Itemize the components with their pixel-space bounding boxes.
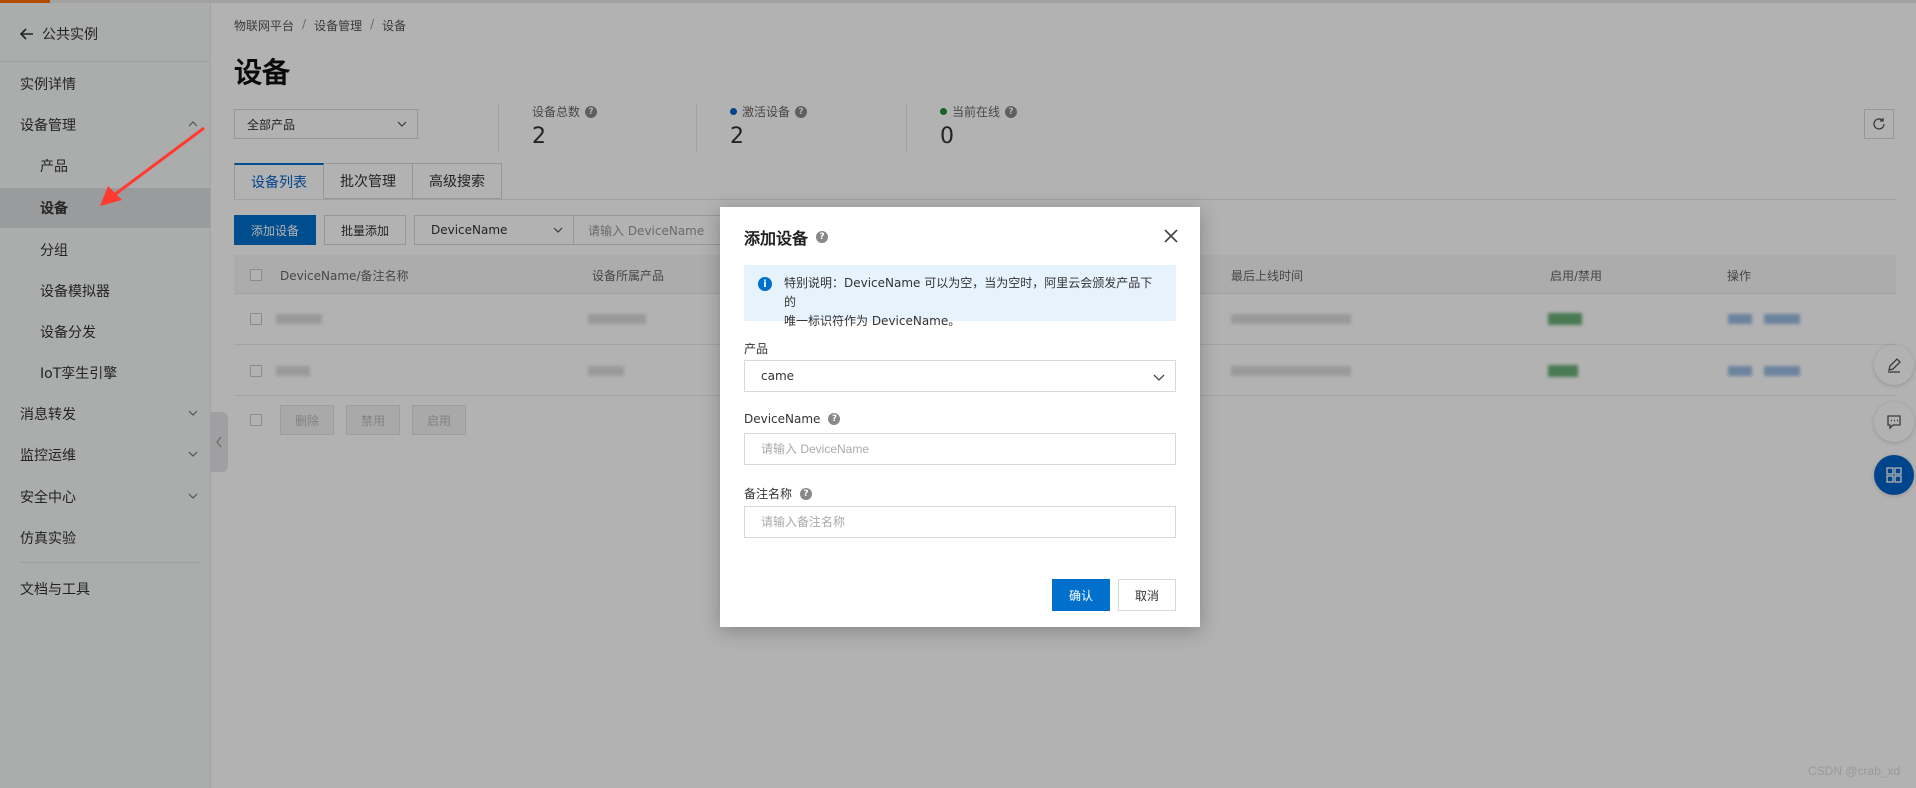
help-icon[interactable]: ? bbox=[828, 413, 841, 425]
cancel-button[interactable]: 取消 bbox=[1118, 579, 1176, 611]
product-select-value: came bbox=[761, 369, 795, 383]
close-icon[interactable] bbox=[1160, 225, 1182, 247]
annotation-arrow-icon bbox=[100, 126, 205, 206]
devicename-input[interactable] bbox=[744, 433, 1176, 465]
chevron-down-icon bbox=[1153, 374, 1165, 381]
remark-field-label: 备注名称 ? bbox=[744, 485, 813, 502]
confirm-button[interactable]: 确认 bbox=[1052, 579, 1110, 611]
watermark: CSDN @crab_xd bbox=[1808, 764, 1901, 778]
dialog-title: 添加设备 ? bbox=[744, 225, 829, 249]
notice-box: i 特别说明：DeviceName 可以为空，当为空时，阿里云会颁发产品下的 唯… bbox=[744, 265, 1176, 328]
help-icon[interactable]: ? bbox=[800, 487, 813, 500]
notice-line: 唯一标识符作为 DeviceName。 bbox=[784, 314, 961, 328]
add-device-dialog: 添加设备 ? i 特别说明：DeviceName 可以为空，当为空时，阿里云会颁… bbox=[720, 207, 1200, 627]
devicename-label-text: DeviceName bbox=[744, 412, 821, 426]
help-icon[interactable]: ? bbox=[816, 231, 829, 243]
dialog-title-text: 添加设备 bbox=[744, 229, 809, 248]
product-field-label: 产品 bbox=[744, 340, 768, 357]
devicename-field-label: DeviceName ? bbox=[744, 412, 841, 426]
info-icon: i bbox=[758, 277, 772, 291]
product-label-text: 产品 bbox=[744, 342, 769, 356]
notice-line: 特别说明：DeviceName 可以为空，当为空时，阿里云会颁发产品下的 bbox=[784, 276, 1153, 309]
remark-name-input[interactable] bbox=[744, 506, 1176, 538]
product-select[interactable]: came bbox=[744, 360, 1176, 392]
remark-label-text: 备注名称 bbox=[744, 487, 793, 501]
